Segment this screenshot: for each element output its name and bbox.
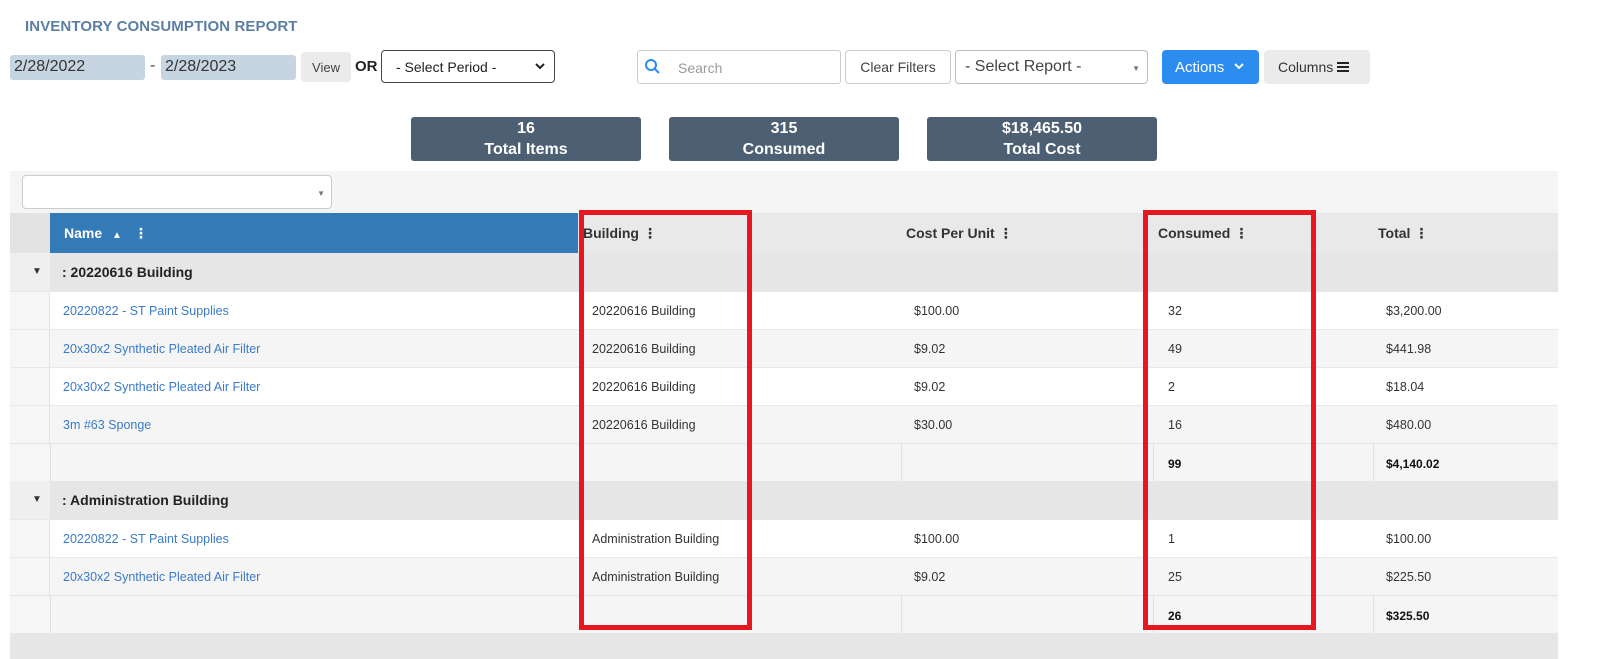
table-row: 20x30x2 Synthetic Pleated Air Filter Adm… — [10, 557, 1558, 596]
summary-cell — [901, 444, 1153, 482]
total-cell: $100.00 — [1386, 532, 1432, 546]
date-to-input[interactable]: 2/28/2023 — [161, 55, 296, 80]
actions-label: Actions — [1175, 58, 1225, 76]
grid-header: Name ▲ ⋮ Building ⋮ Cost Per Unit ⋮ Consum… — [10, 213, 1558, 253]
kebab-icon[interactable]: ⋮ — [999, 225, 1013, 241]
column-header-total[interactable]: Total ⋮ — [1378, 225, 1428, 242]
summary-cell — [50, 596, 582, 634]
table-row: 20220822 - ST Paint Supplies 20220616 Bu… — [10, 291, 1558, 330]
view-button[interactable]: View — [301, 52, 351, 82]
cost-per-unit-cell: $30.00 — [914, 418, 953, 432]
kebab-icon[interactable]: ⋮ — [134, 225, 148, 241]
row-gutter — [10, 596, 50, 634]
summary-total: $325.50 — [1386, 609, 1430, 623]
search-placeholder: Search — [678, 60, 723, 76]
column-header-name-label: Name — [64, 225, 103, 241]
search-input[interactable]: Search — [637, 50, 841, 84]
row-gutter — [10, 444, 50, 482]
table-row: 20x30x2 Synthetic Pleated Air Filter 202… — [10, 329, 1558, 368]
date-from-input[interactable]: 2/28/2022 — [10, 55, 145, 80]
stat-label: Total Cost — [1003, 141, 1081, 158]
columns-button[interactable]: Columns — [1264, 50, 1370, 84]
menu-icon — [1337, 62, 1349, 72]
stat-total-cost: $18,465.50 Total Cost — [927, 117, 1157, 161]
group-by-select[interactable]: ▼ — [22, 175, 332, 209]
collapse-toggle-icon[interactable]: ▼ — [32, 494, 42, 505]
table-row: 3m #63 Sponge 20220616 Building $30.00 1… — [10, 405, 1558, 444]
report-select[interactable]: - Select Report - ▼ — [955, 50, 1148, 84]
highlight-box-consumed — [1143, 210, 1316, 630]
stat-value: 16 — [517, 120, 535, 137]
period-select[interactable]: - Select Period - — [381, 50, 555, 83]
date-separator: - — [150, 57, 156, 74]
group-row[interactable]: ▼ : 20220616 Building — [10, 253, 1558, 291]
chevron-down-icon — [1234, 63, 1244, 70]
cost-per-unit-cell: $100.00 — [914, 532, 960, 546]
cost-per-unit-cell: $100.00 — [914, 304, 960, 318]
table-row: 20220822 - ST Paint Supplies Administrat… — [10, 519, 1558, 558]
collapse-toggle-icon[interactable]: ▼ — [32, 266, 42, 277]
data-grid: Name ▲ ⋮ Building ⋮ Cost Per Unit ⋮ Consum… — [10, 213, 1558, 659]
item-name-link[interactable]: 20x30x2 Synthetic Pleated Air Filter — [63, 380, 260, 394]
page-title: INVENTORY CONSUMPTION REPORT — [25, 18, 298, 35]
caret-down-icon: ▼ — [1132, 64, 1140, 73]
stat-total-items: 16 Total Items — [411, 117, 641, 161]
stat-label: Consumed — [742, 141, 826, 158]
search-icon — [645, 59, 660, 74]
group-row[interactable]: ▼ : Administration Building — [10, 481, 1558, 519]
period-select-value: - Select Period - — [396, 58, 497, 75]
row-gutter — [10, 292, 50, 330]
column-header-name[interactable]: Name ▲ ⋮ — [50, 213, 578, 253]
or-label: OR — [355, 58, 378, 75]
caret-down-icon: ▼ — [317, 189, 325, 198]
total-cell: $3,200.00 — [1386, 304, 1442, 318]
group-summary-row: 26 $325.50 — [10, 595, 1558, 634]
clear-filters-button[interactable]: Clear Filters — [845, 50, 951, 84]
row-gutter — [10, 368, 50, 406]
summary-cell — [901, 596, 1153, 634]
stat-value: $18,465.50 — [1001, 120, 1083, 137]
cost-per-unit-cell: $9.02 — [914, 570, 946, 584]
group-gutter — [10, 253, 50, 291]
item-name-link[interactable]: 20220822 - ST Paint Supplies — [63, 304, 229, 318]
highlight-box-building — [579, 210, 752, 630]
item-name-link[interactable]: 3m #63 Sponge — [63, 418, 151, 432]
total-cell: $480.00 — [1386, 418, 1432, 432]
row-gutter — [10, 520, 50, 558]
item-name-link[interactable]: 20x30x2 Synthetic Pleated Air Filter — [63, 570, 260, 584]
column-header-cost-label: Cost Per Unit — [906, 225, 995, 241]
column-header-total-label: Total — [1378, 225, 1411, 241]
group-label: : 20220616 Building — [62, 264, 193, 280]
table-row: 20x30x2 Synthetic Pleated Air Filter 202… — [10, 367, 1558, 406]
header-gutter — [10, 213, 50, 253]
chevron-down-icon — [535, 63, 545, 70]
stat-value: 315 — [770, 120, 798, 137]
item-name-link[interactable]: 20220822 - ST Paint Supplies — [63, 532, 229, 546]
next-group-row — [10, 633, 1558, 659]
cost-per-unit-cell: $9.02 — [914, 380, 946, 394]
row-gutter — [10, 330, 50, 368]
columns-label: Columns — [1278, 59, 1334, 75]
row-gutter — [10, 406, 50, 444]
cost-per-unit-cell: $9.02 — [914, 342, 946, 356]
report-select-value: - Select Report - — [965, 58, 1082, 75]
group-label: : Administration Building — [62, 492, 229, 508]
sort-asc-icon[interactable]: ▲ — [112, 230, 122, 241]
actions-button[interactable]: Actions — [1162, 50, 1259, 84]
group-gutter — [10, 481, 50, 519]
row-gutter — [10, 558, 50, 596]
summary-total: $4,140.02 — [1386, 457, 1440, 471]
total-cell: $225.50 — [1386, 570, 1432, 584]
kebab-icon[interactable]: ⋮ — [1414, 225, 1428, 241]
stat-label: Total Items — [484, 141, 568, 158]
total-cell: $18.04 — [1386, 380, 1425, 394]
stat-consumed: 315 Consumed — [669, 117, 899, 161]
item-name-link[interactable]: 20x30x2 Synthetic Pleated Air Filter — [63, 342, 260, 356]
group-summary-row: 99 $4,140.02 — [10, 443, 1558, 482]
summary-cell — [50, 444, 582, 482]
total-cell: $441.98 — [1386, 342, 1432, 356]
column-header-cost-per-unit[interactable]: Cost Per Unit ⋮ — [906, 225, 1013, 242]
